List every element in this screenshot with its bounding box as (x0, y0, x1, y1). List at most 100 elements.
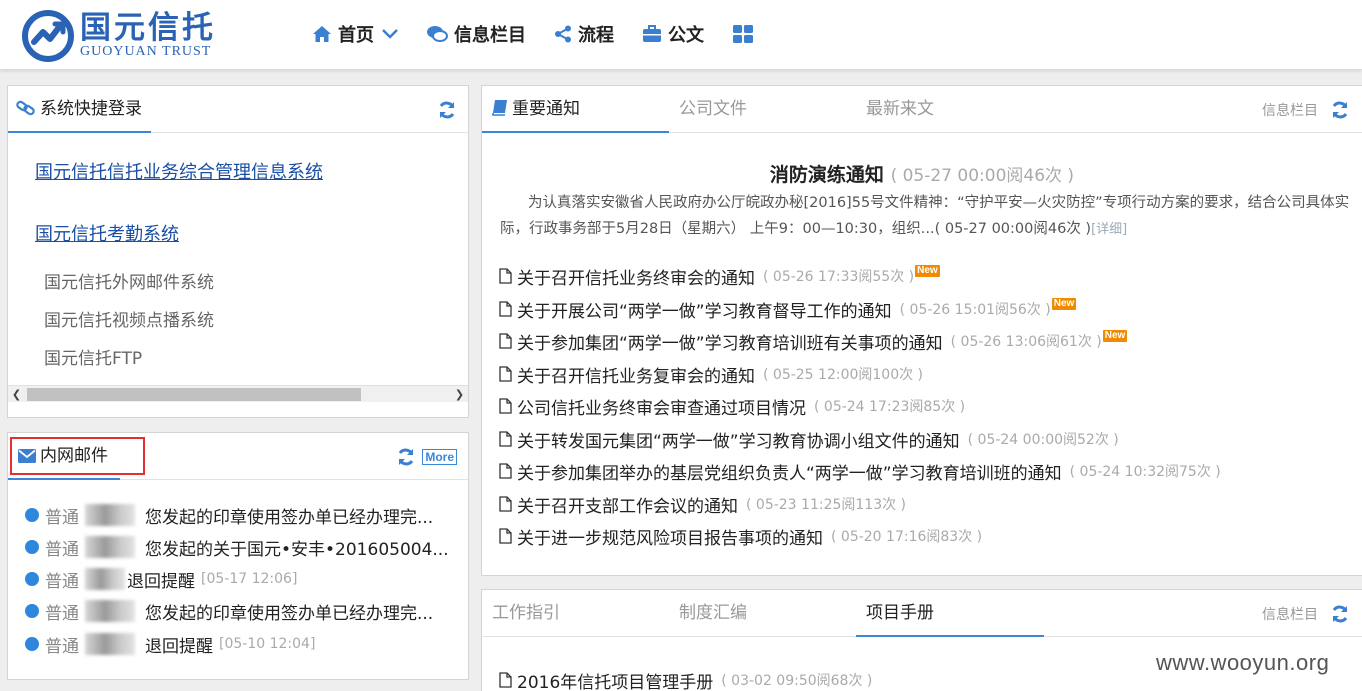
system-link-video-on-demand[interactable]: 国元信托视频点播系统 (44, 306, 214, 331)
mail-item[interactable]: 普通 退回提醒 [05-17 12:06] (25, 567, 298, 592)
briefcase-icon (643, 25, 661, 42)
notice-meta: ( 05-26 17:33阅55次 ) (763, 269, 915, 285)
mail-title[interactable]: 退回提醒 (145, 632, 213, 657)
tab-important-notices[interactable]: 重要通知 (482, 86, 669, 133)
manual-meta: ( 03-02 09:50阅68次 ) (721, 673, 873, 689)
document-icon (499, 672, 512, 688)
watermark: www.wooyun.org (1156, 650, 1330, 675)
horizontal-scrollbar[interactable]: ❮ ❯ (8, 385, 468, 402)
notice-title[interactable]: 关于参加集团举办的基层党组织负责人“两学一做”学习教育培训班的通知 (517, 459, 1062, 484)
nav-info-columns[interactable]: 信息栏目 (426, 21, 526, 47)
featured-notice-summary: 为认真落实安徽省人民政府办公厅皖政办秘[2016]55号文件精神：“守护平安—火… (500, 190, 1362, 243)
system-link-attendance[interactable]: 国元信托考勤系统 (35, 220, 179, 246)
tab-company-files[interactable]: 公司文件 (679, 86, 747, 133)
list-item[interactable]: 关于参加集团“两学一做”学习教育培训班有关事项的通知 ( 05-26 13:06… (499, 329, 1128, 354)
notice-meta: ( 05-24 10:32阅75次 ) (1069, 464, 1221, 480)
document-icon (499, 528, 512, 544)
redacted-sender (85, 600, 135, 622)
list-item[interactable]: 关于参加集团举办的基层党组织负责人“两学一做”学习教育培训班的通知 ( 05-2… (499, 459, 1221, 484)
home-icon (313, 26, 331, 42)
refresh-icon[interactable] (437, 100, 457, 120)
list-item[interactable]: 2016年信托项目管理手册 ( 03-02 09:50阅68次 ) (499, 669, 872, 691)
nav-home[interactable]: 首页 (312, 21, 398, 47)
list-item[interactable]: 关于转发国元集团“两学一做”学习教育协调小组文件的通知 ( 05-24 00:0… (499, 427, 1119, 452)
notice-meta: ( 05-24 17:23阅85次 ) (814, 399, 966, 415)
list-item[interactable]: 关于进一步规范风险项目报告事项的通知 ( 05-20 17:16阅83次 ) (499, 524, 982, 549)
mail-title[interactable]: 您发起的关于国元•安丰•201605004... (145, 535, 449, 560)
grid-icon (733, 25, 753, 43)
redacted-sender (85, 504, 135, 526)
quick-login-list: 国元信托信托业务综合管理信息系统 国元信托考勤系统 国元信托外网邮件系统 国元信… (8, 134, 468, 402)
logo-subtitle: GUOYUAN TRUST (80, 44, 212, 59)
document-icon (499, 366, 512, 382)
new-badge: New (1102, 330, 1128, 342)
brand-logo[interactable]: 国元信托 GUOYUAN TRUST (22, 10, 216, 62)
system-link-ftp[interactable]: 国元信托FTP (44, 344, 142, 369)
unread-dot-icon (25, 540, 39, 554)
quick-login-title: 系统快捷登录 (40, 99, 142, 119)
top-header: 国元信托 GUOYUAN TRUST 首页 信息栏目 流程 公文 (0, 0, 1362, 70)
notice-title[interactable]: 关于召开信托业务复审会的通知 (517, 362, 755, 387)
quick-login-tab[interactable]: 系统快捷登录 (8, 86, 151, 133)
mail-item[interactable]: 普通 您发起的关于国元•安丰•201605004... (25, 535, 449, 560)
unread-dot-icon (25, 637, 39, 651)
system-link-business-mis[interactable]: 国元信托信托业务综合管理信息系统 (35, 158, 323, 184)
notice-title[interactable]: 关于进一步规范风险项目报告事项的通知 (517, 524, 823, 549)
document-icon (499, 301, 512, 317)
mail-item[interactable]: 普通 退回提醒 [05-10 12:04] (25, 632, 315, 657)
mail-item[interactable]: 普通 您发起的印章使用签办单已经办理完... (25, 599, 433, 624)
guides-header: 工作指引 制度汇编 项目手册 信息栏目 (482, 590, 1362, 637)
refresh-icon[interactable] (396, 447, 416, 467)
tab-important-notices-label: 重要通知 (512, 99, 580, 119)
info-columns-link[interactable]: 信息栏目 (1262, 604, 1318, 624)
mail-title[interactable]: 您发起的印章使用签办单已经办理完... (145, 599, 433, 624)
list-item[interactable]: 关于召开信托业务终审会的通知 ( 05-26 17:33阅55次 ) New (499, 264, 940, 289)
scroll-right-icon[interactable]: ❯ (451, 386, 468, 403)
notices-panel: 重要通知 公司文件 最新来文 信息栏目 消防演练通知 ( 05-27 00:00… (481, 85, 1362, 576)
mail-title[interactable]: 退回提醒 (127, 567, 195, 592)
scroll-left-icon[interactable]: ❮ (8, 386, 25, 403)
document-icon (499, 333, 512, 349)
list-item[interactable]: 公司信托业务终审会审查通过项目情况 ( 05-24 17:23阅85次 ) (499, 394, 966, 419)
refresh-icon[interactable] (1330, 100, 1350, 120)
nav-apps-grid[interactable] (732, 24, 760, 44)
nav-home-label: 首页 (338, 25, 374, 46)
list-item[interactable]: 关于召开信托业务复审会的通知 ( 05-25 12:00阅100次 ) (499, 362, 923, 387)
tab-project-manual[interactable]: 项目手册 (856, 590, 1044, 637)
scrollbar-thumb[interactable] (27, 388, 361, 401)
notice-title[interactable]: 关于召开支部工作会议的通知 (517, 492, 738, 517)
mail-title[interactable]: 您发起的印章使用签办单已经办理完... (145, 503, 433, 528)
detail-link[interactable]: [详细] (1091, 222, 1127, 237)
notice-title[interactable]: 关于开展公司“两学一做”学习教育督导工作的通知 (517, 297, 892, 322)
unread-dot-icon (25, 604, 39, 618)
document-icon (499, 463, 512, 479)
quick-login-panel: 系统快捷登录 国元信托信托业务综合管理信息系统 国元信托考勤系统 国元信托外网邮… (7, 85, 469, 418)
tab-regulations[interactable]: 制度汇编 (679, 590, 747, 637)
nav-documents[interactable]: 公文 (642, 21, 704, 47)
list-item[interactable]: 关于召开支部工作会议的通知 ( 05-23 11:25阅113次 ) (499, 492, 906, 517)
notice-title[interactable]: 公司信托业务终审会审查通过项目情况 (517, 394, 806, 419)
list-item[interactable]: 关于开展公司“两学一做”学习教育督导工作的通知 ( 05-26 15:01阅56… (499, 297, 1077, 322)
tab-latest-incoming[interactable]: 最新来文 (866, 86, 934, 133)
quick-login-header: 系统快捷登录 (8, 86, 468, 133)
chat-icon (427, 26, 448, 42)
featured-notice-meta: ( 05-27 00:00阅46次 ) (890, 166, 1075, 186)
main-nav: 首页 信息栏目 流程 公文 (312, 20, 788, 48)
guoyuan-logo-icon (22, 10, 74, 62)
mail-type: 普通 (45, 603, 79, 624)
mail-item[interactable]: 普通 您发起的印章使用签办单已经办理完... (25, 503, 433, 528)
notice-title[interactable]: 关于召开信托业务终审会的通知 (517, 264, 755, 289)
featured-notice-title[interactable]: 消防演练通知 ( 05-27 00:00阅46次 ) (482, 160, 1362, 187)
system-link-external-mail[interactable]: 国元信托外网邮件系统 (44, 268, 214, 293)
nav-workflow[interactable]: 流程 (554, 21, 614, 47)
info-columns-link[interactable]: 信息栏目 (1262, 100, 1318, 120)
redacted-sender (85, 633, 135, 655)
manual-title[interactable]: 2016年信托项目管理手册 (517, 668, 713, 691)
tab-work-guide[interactable]: 工作指引 (492, 590, 560, 637)
mail-time: [05-17 12:06] (201, 571, 298, 587)
refresh-icon[interactable] (1330, 604, 1350, 624)
notice-title[interactable]: 关于参加集团“两学一做”学习教育培训班有关事项的通知 (517, 329, 943, 354)
mail-more-button[interactable]: More (422, 448, 457, 465)
notice-title[interactable]: 关于转发国元集团“两学一做”学习教育协调小组文件的通知 (517, 427, 960, 452)
unread-dot-icon (25, 508, 39, 522)
